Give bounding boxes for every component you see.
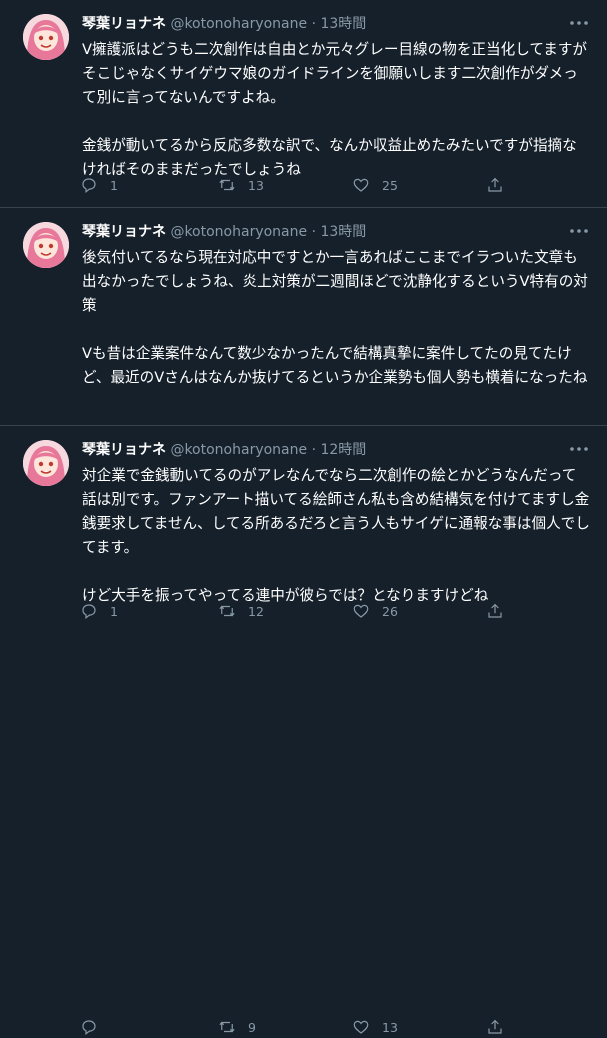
more-options-icon	[570, 447, 588, 451]
more-options-button[interactable]	[567, 14, 591, 32]
tweet-actions: 1 13 25	[80, 174, 577, 196]
more-options-button[interactable]	[567, 222, 591, 240]
more-options-icon	[570, 21, 588, 25]
reply-count: 1	[110, 177, 118, 193]
tweet-header: 琴葉リョナネ @kotonoharyonane · 13時間	[82, 221, 567, 243]
tweet-1[interactable]: 琴葉リョナネ @kotonoharyonane · 13時間 V擁護派はどうも二…	[0, 0, 607, 208]
like-button[interactable]: 25	[352, 174, 398, 196]
timestamp[interactable]: 12時間	[320, 442, 366, 458]
retweet-icon	[219, 1021, 235, 1033]
retweet-count: 9	[248, 1019, 256, 1035]
tweet-actions: 9 13	[80, 1016, 577, 1038]
tweet-header: 琴葉リョナネ @kotonoharyonane · 13時間	[82, 13, 567, 35]
avatar[interactable]	[23, 440, 69, 486]
retweet-button[interactable]: 9	[218, 1016, 256, 1038]
tweet-feed: 琴葉リョナネ @kotonoharyonane · 13時間 V擁護派はどうも二…	[0, 0, 607, 1035]
separator: ·	[311, 442, 317, 458]
tweet-3[interactable]: 琴葉リョナネ @kotonoharyonane · 12時間 対企業で金銭動いて…	[0, 426, 607, 1035]
tweet-text: 対企業で金銭動いてるのがアレなんでなら二次創作の絵とかどうなんだって話は別です。…	[82, 467, 590, 604]
display-name[interactable]: 琴葉リョナネ	[82, 442, 166, 458]
reply-button[interactable]	[80, 1016, 98, 1038]
like-button[interactable]: 13	[352, 1016, 398, 1038]
like-icon	[353, 178, 369, 192]
avatar[interactable]	[23, 14, 69, 60]
share-icon	[488, 177, 502, 192]
more-options-icon	[570, 229, 588, 233]
user-handle[interactable]: @kotonoharyonane	[170, 224, 307, 240]
like-icon	[353, 1020, 369, 1034]
like-count: 25	[382, 177, 398, 193]
separator: ·	[311, 16, 317, 32]
timestamp[interactable]: 13時間	[320, 224, 366, 240]
retweet-count: 13	[248, 177, 264, 193]
tweet-header: 琴葉リョナネ @kotonoharyonane · 12時間	[82, 439, 567, 461]
tweet-2[interactable]: 琴葉リョナネ @kotonoharyonane · 13時間 後気付いてるなら現…	[0, 208, 607, 619]
avatar[interactable]	[23, 222, 69, 268]
retweet-icon	[219, 179, 235, 191]
reply-icon	[82, 1020, 96, 1035]
like-count: 13	[382, 1019, 398, 1035]
separator: ·	[311, 224, 317, 240]
share-button[interactable]	[486, 174, 504, 196]
avatar-image	[23, 222, 69, 268]
tweet-text: 後気付いてるなら現在対応中ですとか一言あればここまでイラついた文章も出なかったで…	[82, 249, 588, 386]
more-options-button[interactable]	[567, 440, 591, 458]
retweet-button[interactable]: 13	[218, 174, 264, 196]
user-handle[interactable]: @kotonoharyonane	[170, 16, 307, 32]
reply-button[interactable]: 1	[80, 174, 118, 196]
display-name[interactable]: 琴葉リョナネ	[82, 224, 166, 240]
avatar-image	[23, 440, 69, 486]
display-name[interactable]: 琴葉リョナネ	[82, 16, 166, 32]
reply-icon	[82, 178, 96, 193]
timestamp[interactable]: 13時間	[320, 16, 366, 32]
share-button[interactable]	[486, 1016, 504, 1038]
avatar-image	[23, 14, 69, 60]
user-handle[interactable]: @kotonoharyonane	[170, 442, 307, 458]
share-icon	[488, 1019, 502, 1034]
tweet-text: V擁護派はどうも二次創作は自由とか元々グレー目線の物を正当化してますがそこじゃな…	[82, 41, 588, 178]
